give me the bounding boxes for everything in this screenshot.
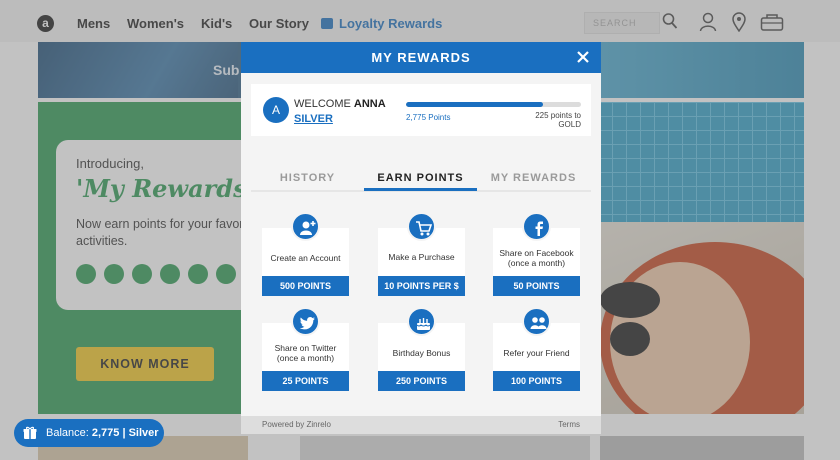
earn-tile-label: Make a Purchase xyxy=(388,252,455,262)
birthday-cake-icon xyxy=(407,307,436,336)
facebook-icon xyxy=(522,212,551,241)
tile-label-line1: Share on Facebook xyxy=(499,248,574,258)
earn-tile-refer-friend: Refer your Friend 100 POINTS xyxy=(493,307,580,391)
member-name: ANNA xyxy=(353,98,386,110)
modal-footer: Powered by Zinrelo Terms xyxy=(241,416,601,434)
earn-points-button[interactable]: 500 POINTS xyxy=(262,276,349,296)
points-to-next-tier: 225 points to GOLD xyxy=(535,111,581,129)
earn-points-button[interactable]: 10 POINTS PER $ xyxy=(378,276,465,296)
twitter-icon xyxy=(291,307,320,336)
tab-earn-points[interactable]: EARN POINTS xyxy=(364,172,477,184)
earn-tile-share-twitter: Share on Twitter (once a month) 25 POINTS xyxy=(262,307,349,391)
earn-tile-birthday-bonus: Birthday Bonus 250 POINTS xyxy=(378,307,465,391)
profile-card: A WELCOME ANNA SILVER 2,775 Points 225 p… xyxy=(251,84,591,136)
tab-history[interactable]: HISTORY xyxy=(251,172,364,184)
earn-tile-label: Share on Facebook (once a month) xyxy=(493,248,580,268)
powered-by-text: Powered by Zinrelo xyxy=(262,420,331,429)
modal-title: MY REWARDS xyxy=(371,50,471,65)
rewards-modal: MY REWARDS A WELCOME ANNA SILVER 2,775 P… xyxy=(241,42,601,434)
earn-points-button[interactable]: 25 POINTS xyxy=(262,371,349,391)
earn-tile-make-purchase: Make a Purchase 10 POINTS PER $ xyxy=(378,212,465,296)
tile-label-line1: Share on Twitter xyxy=(274,343,337,353)
tier-progress-bar xyxy=(406,102,581,107)
current-points: 2,775 Points xyxy=(406,113,451,122)
modal-header: MY REWARDS xyxy=(241,42,601,73)
terms-link[interactable]: Terms xyxy=(558,420,580,429)
tier-link[interactable]: SILVER xyxy=(294,113,333,125)
earn-points-button[interactable]: 250 POINTS xyxy=(378,371,465,391)
balance-value: 2,775 | Silver xyxy=(91,427,159,439)
gift-icon xyxy=(23,426,37,439)
earn-tile-create-account: Create an Account 500 POINTS xyxy=(262,212,349,296)
earn-points-button[interactable]: 100 POINTS xyxy=(493,371,580,391)
earn-tile-label: Create an Account xyxy=(270,253,341,263)
earn-tile-label: Refer your Friend xyxy=(503,348,570,358)
next-tier-line1: 225 points to xyxy=(535,111,581,120)
balance-widget[interactable]: Balance: 2,775 | Silver xyxy=(14,419,164,447)
earn-points-button[interactable]: 50 POINTS xyxy=(493,276,580,296)
tile-label-line2: (once a month) xyxy=(276,353,335,363)
earn-tile-label: Share on Twitter (once a month) xyxy=(262,343,349,363)
add-user-icon xyxy=(291,212,320,241)
next-tier-line2: GOLD xyxy=(558,120,581,129)
cart-icon xyxy=(407,212,436,241)
tier-progress-fill xyxy=(406,102,543,107)
refer-friend-icon xyxy=(522,307,551,336)
earn-tile-label: Birthday Bonus xyxy=(392,348,451,358)
close-icon[interactable] xyxy=(575,49,591,65)
welcome-text: WELCOME ANNA xyxy=(294,98,386,110)
earn-tile-share-facebook: Share on Facebook (once a month) 50 POINT… xyxy=(493,212,580,296)
tile-label-line2: (once a month) xyxy=(507,258,566,268)
tab-my-rewards[interactable]: MY REWARDS xyxy=(477,172,590,184)
avatar: A xyxy=(263,97,289,123)
balance-label: Balance: xyxy=(46,427,89,439)
active-tab-indicator xyxy=(364,188,477,191)
rewards-tabs: HISTORY EARN POINTS MY REWARDS xyxy=(251,170,591,192)
welcome-prefix: WELCOME xyxy=(294,98,351,110)
